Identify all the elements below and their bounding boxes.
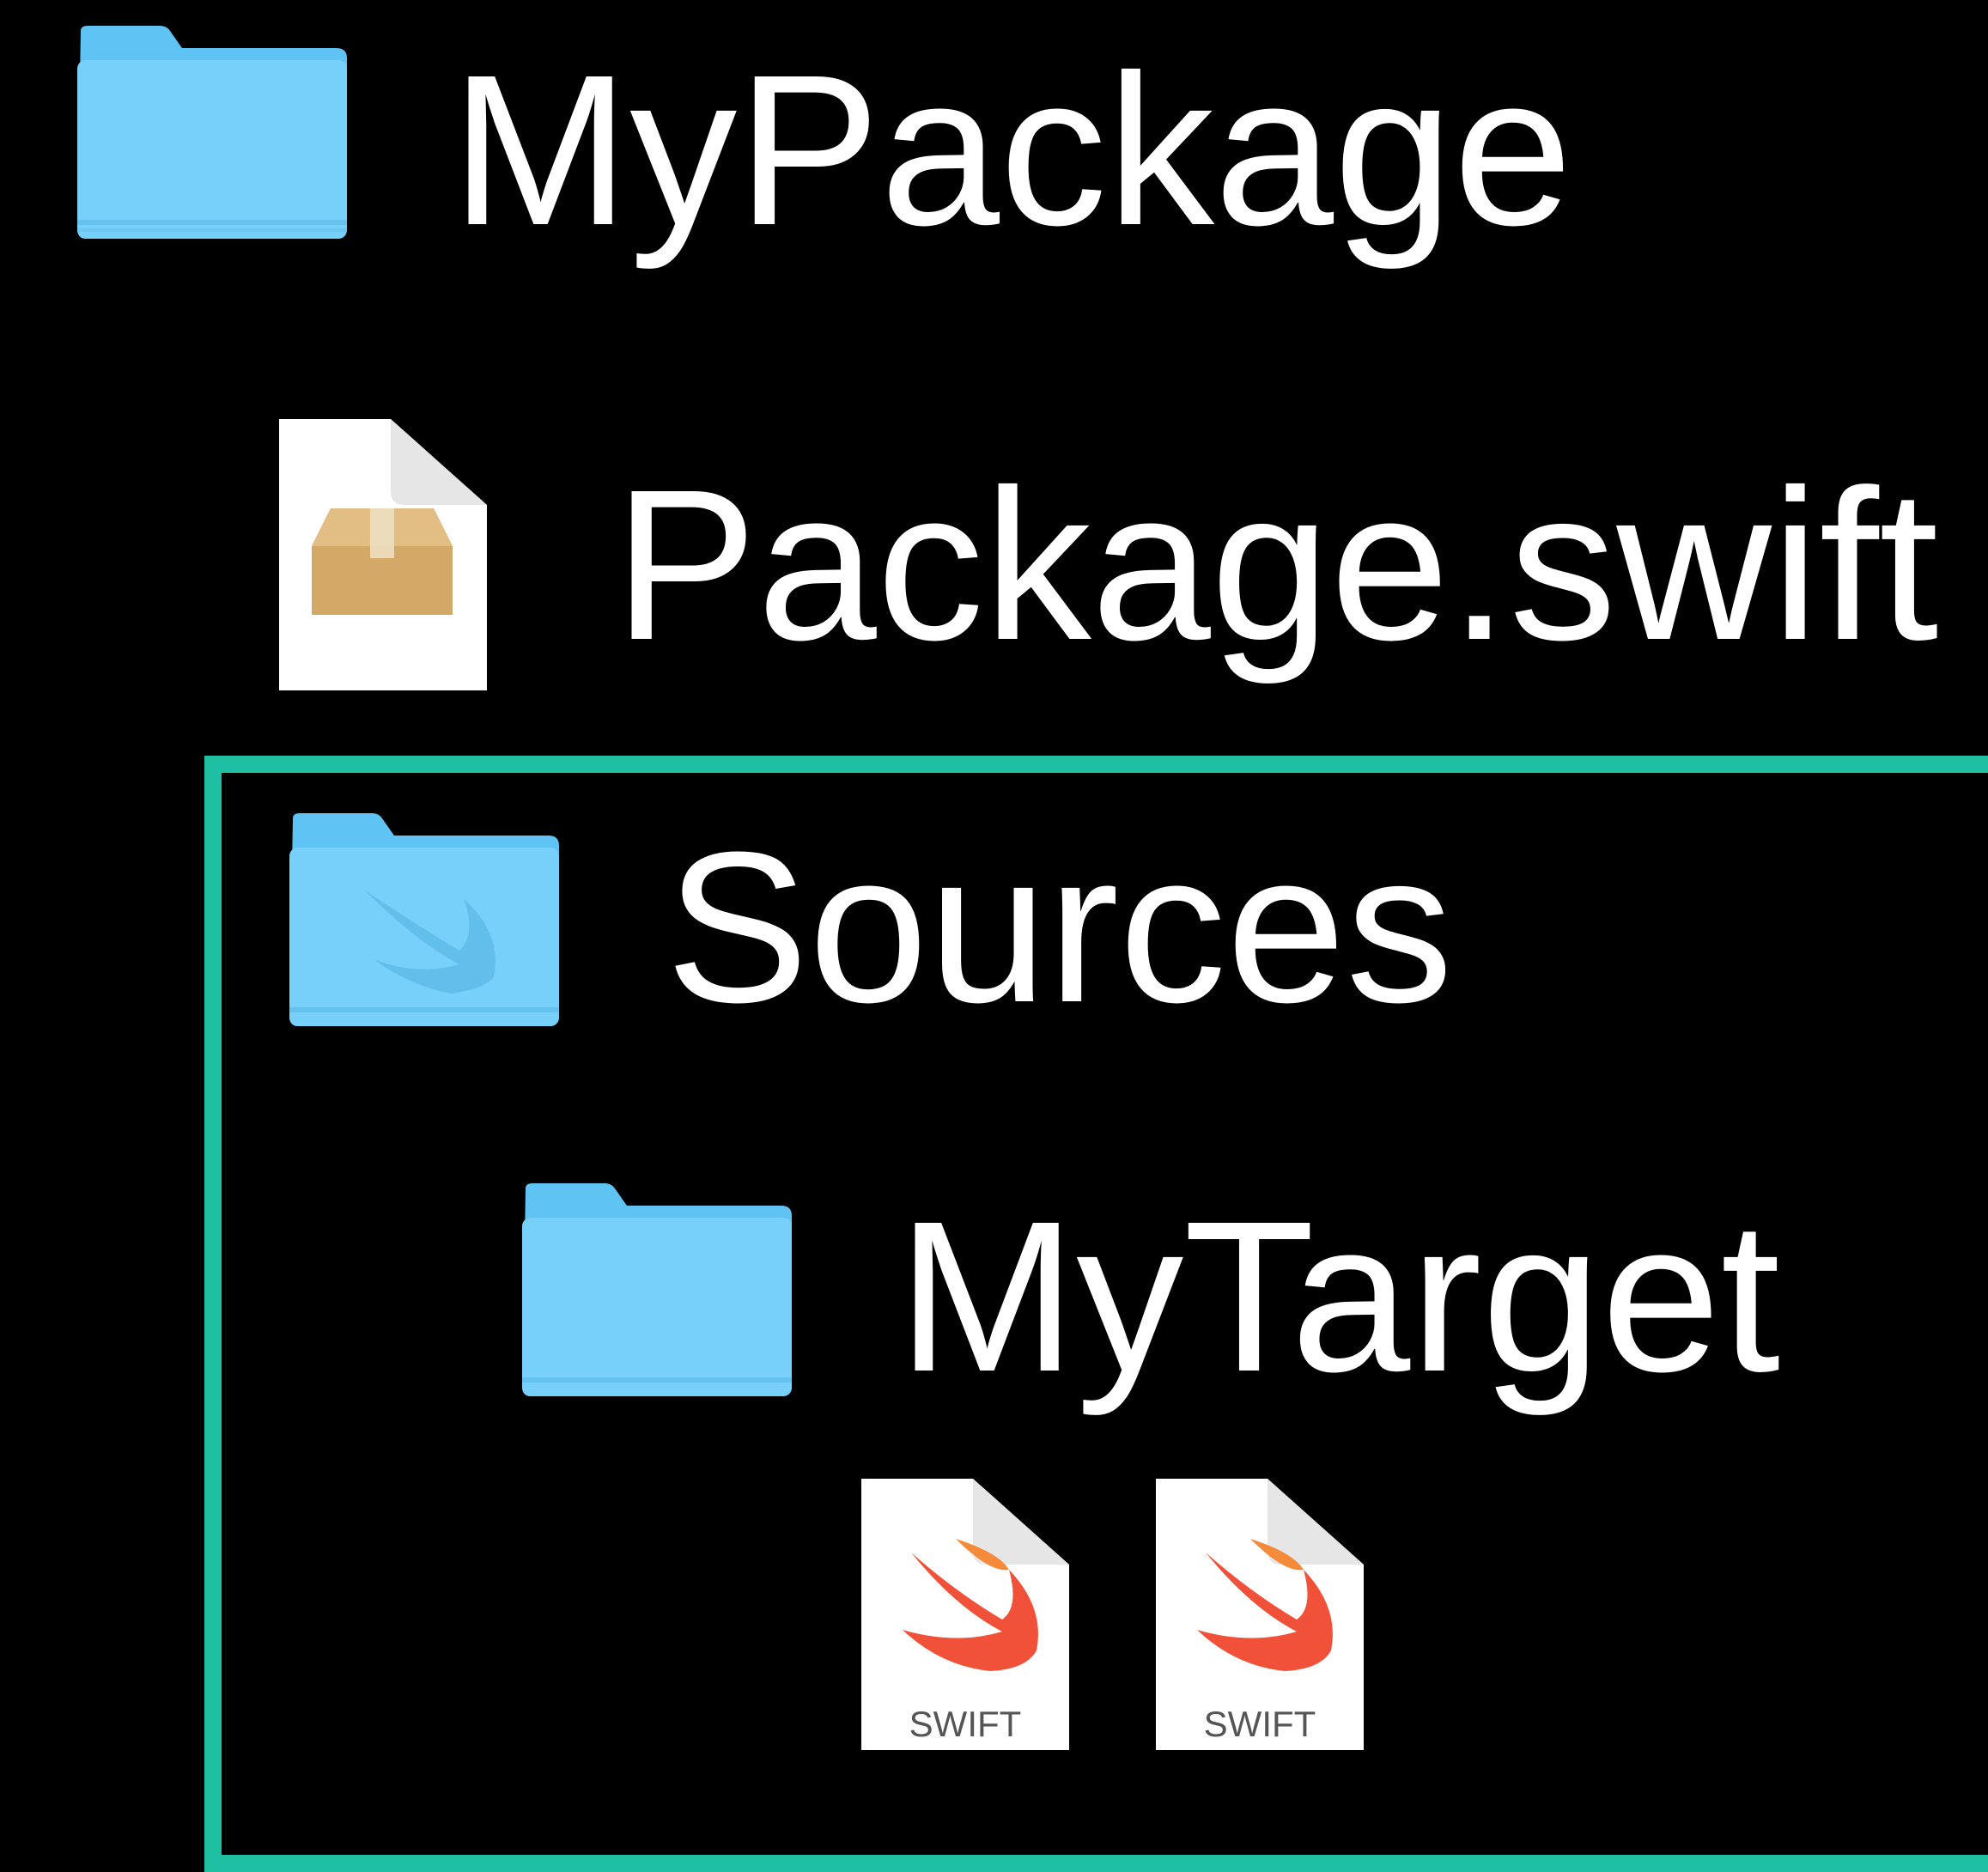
swift-file-icon: SWIFT xyxy=(861,1479,1069,1750)
swift-badge: SWIFT xyxy=(1204,1704,1316,1744)
package-file-icon xyxy=(279,419,487,690)
swift-file-icon: SWIFT xyxy=(1156,1479,1364,1750)
tree-item-label: MyTarget xyxy=(897,1176,1781,1416)
tree-item-label: Sources xyxy=(666,807,1454,1047)
tree-item-label: Package.swift xyxy=(614,445,1939,684)
folder-icon xyxy=(76,26,349,240)
swift-badge: SWIFT xyxy=(909,1704,1022,1744)
folder-icon xyxy=(520,1183,793,1398)
tree-item-label: MyPackage xyxy=(451,30,1573,270)
swift-folder-icon xyxy=(288,813,561,1028)
